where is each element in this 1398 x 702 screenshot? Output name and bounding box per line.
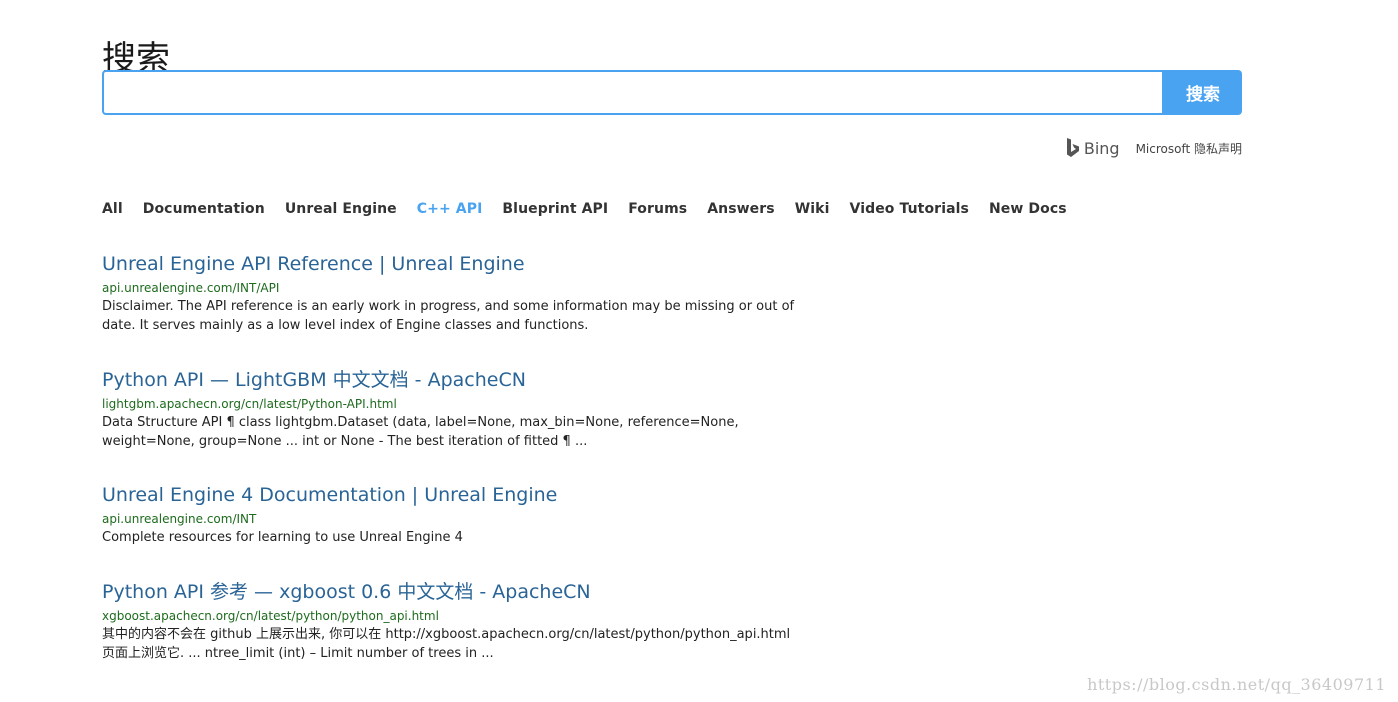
privacy-link[interactable]: Microsoft 隐私声明	[1136, 140, 1242, 157]
bing-icon	[1066, 138, 1079, 157]
tab-unreal-engine[interactable]: Unreal Engine	[285, 198, 397, 220]
result-snippet: Disclaimer. The API reference is an earl…	[102, 299, 795, 333]
result-snippet: Data Structure API ¶ class lightgbm.Data…	[102, 415, 739, 449]
tab-cpp-api[interactable]: C++ API	[417, 198, 483, 220]
search-bar: 搜索	[102, 70, 1242, 115]
result-snippet: Complete resources for learning to use U…	[102, 530, 463, 545]
search-button[interactable]: 搜索	[1164, 70, 1242, 115]
search-result: Python API 参考 — xgboost 0.6 中文文档 - Apach…	[102, 578, 802, 663]
tab-wiki[interactable]: Wiki	[795, 198, 830, 220]
result-title-link[interactable]: Unreal Engine API Reference | Unreal Eng…	[102, 250, 802, 278]
tab-blueprint-api[interactable]: Blueprint API	[502, 198, 608, 220]
search-result: Python API — LightGBM 中文文档 - ApacheCN li…	[102, 366, 802, 451]
bing-brand: Bing	[1083, 138, 1120, 158]
result-title-link[interactable]: Python API 参考 — xgboost 0.6 中文文档 - Apach…	[102, 578, 802, 606]
watermark: https://blog.csdn.net/qq_36409711	[1087, 675, 1386, 694]
result-url[interactable]: lightgbm.apachecn.org/cn/latest/Python-A…	[102, 396, 802, 413]
result-url[interactable]: api.unrealengine.com/INT/API	[102, 280, 802, 297]
tab-all[interactable]: All	[102, 198, 123, 220]
tab-forums[interactable]: Forums	[628, 198, 687, 220]
tab-new-docs[interactable]: New Docs	[989, 198, 1067, 220]
search-result: Unreal Engine 4 Documentation | Unreal E…	[102, 481, 557, 547]
search-result: Unreal Engine API Reference | Unreal Eng…	[102, 250, 802, 335]
search-page: 搜索 搜索 Bing Microsoft 隐私声明 All Documentat…	[0, 0, 1398, 702]
result-url[interactable]: xgboost.apachecn.org/cn/latest/python/py…	[102, 608, 802, 625]
tab-documentation[interactable]: Documentation	[143, 198, 265, 220]
tab-video-tutorials[interactable]: Video Tutorials	[850, 198, 969, 220]
result-url[interactable]: api.unrealengine.com/INT	[102, 511, 557, 528]
result-title-link[interactable]: Unreal Engine 4 Documentation | Unreal E…	[102, 481, 557, 509]
search-input[interactable]	[102, 70, 1164, 115]
result-title-link[interactable]: Python API — LightGBM 中文文档 - ApacheCN	[102, 366, 802, 394]
filter-tabs: All Documentation Unreal Engine C++ API …	[102, 198, 1087, 220]
result-snippet: 其中的内容不会在 github 上展示出来, 你可以在 http://xgboo…	[102, 627, 791, 661]
bing-logo: Bing	[1066, 138, 1120, 158]
bing-attribution: Bing Microsoft 隐私声明	[1066, 138, 1242, 158]
tab-answers[interactable]: Answers	[707, 198, 775, 220]
